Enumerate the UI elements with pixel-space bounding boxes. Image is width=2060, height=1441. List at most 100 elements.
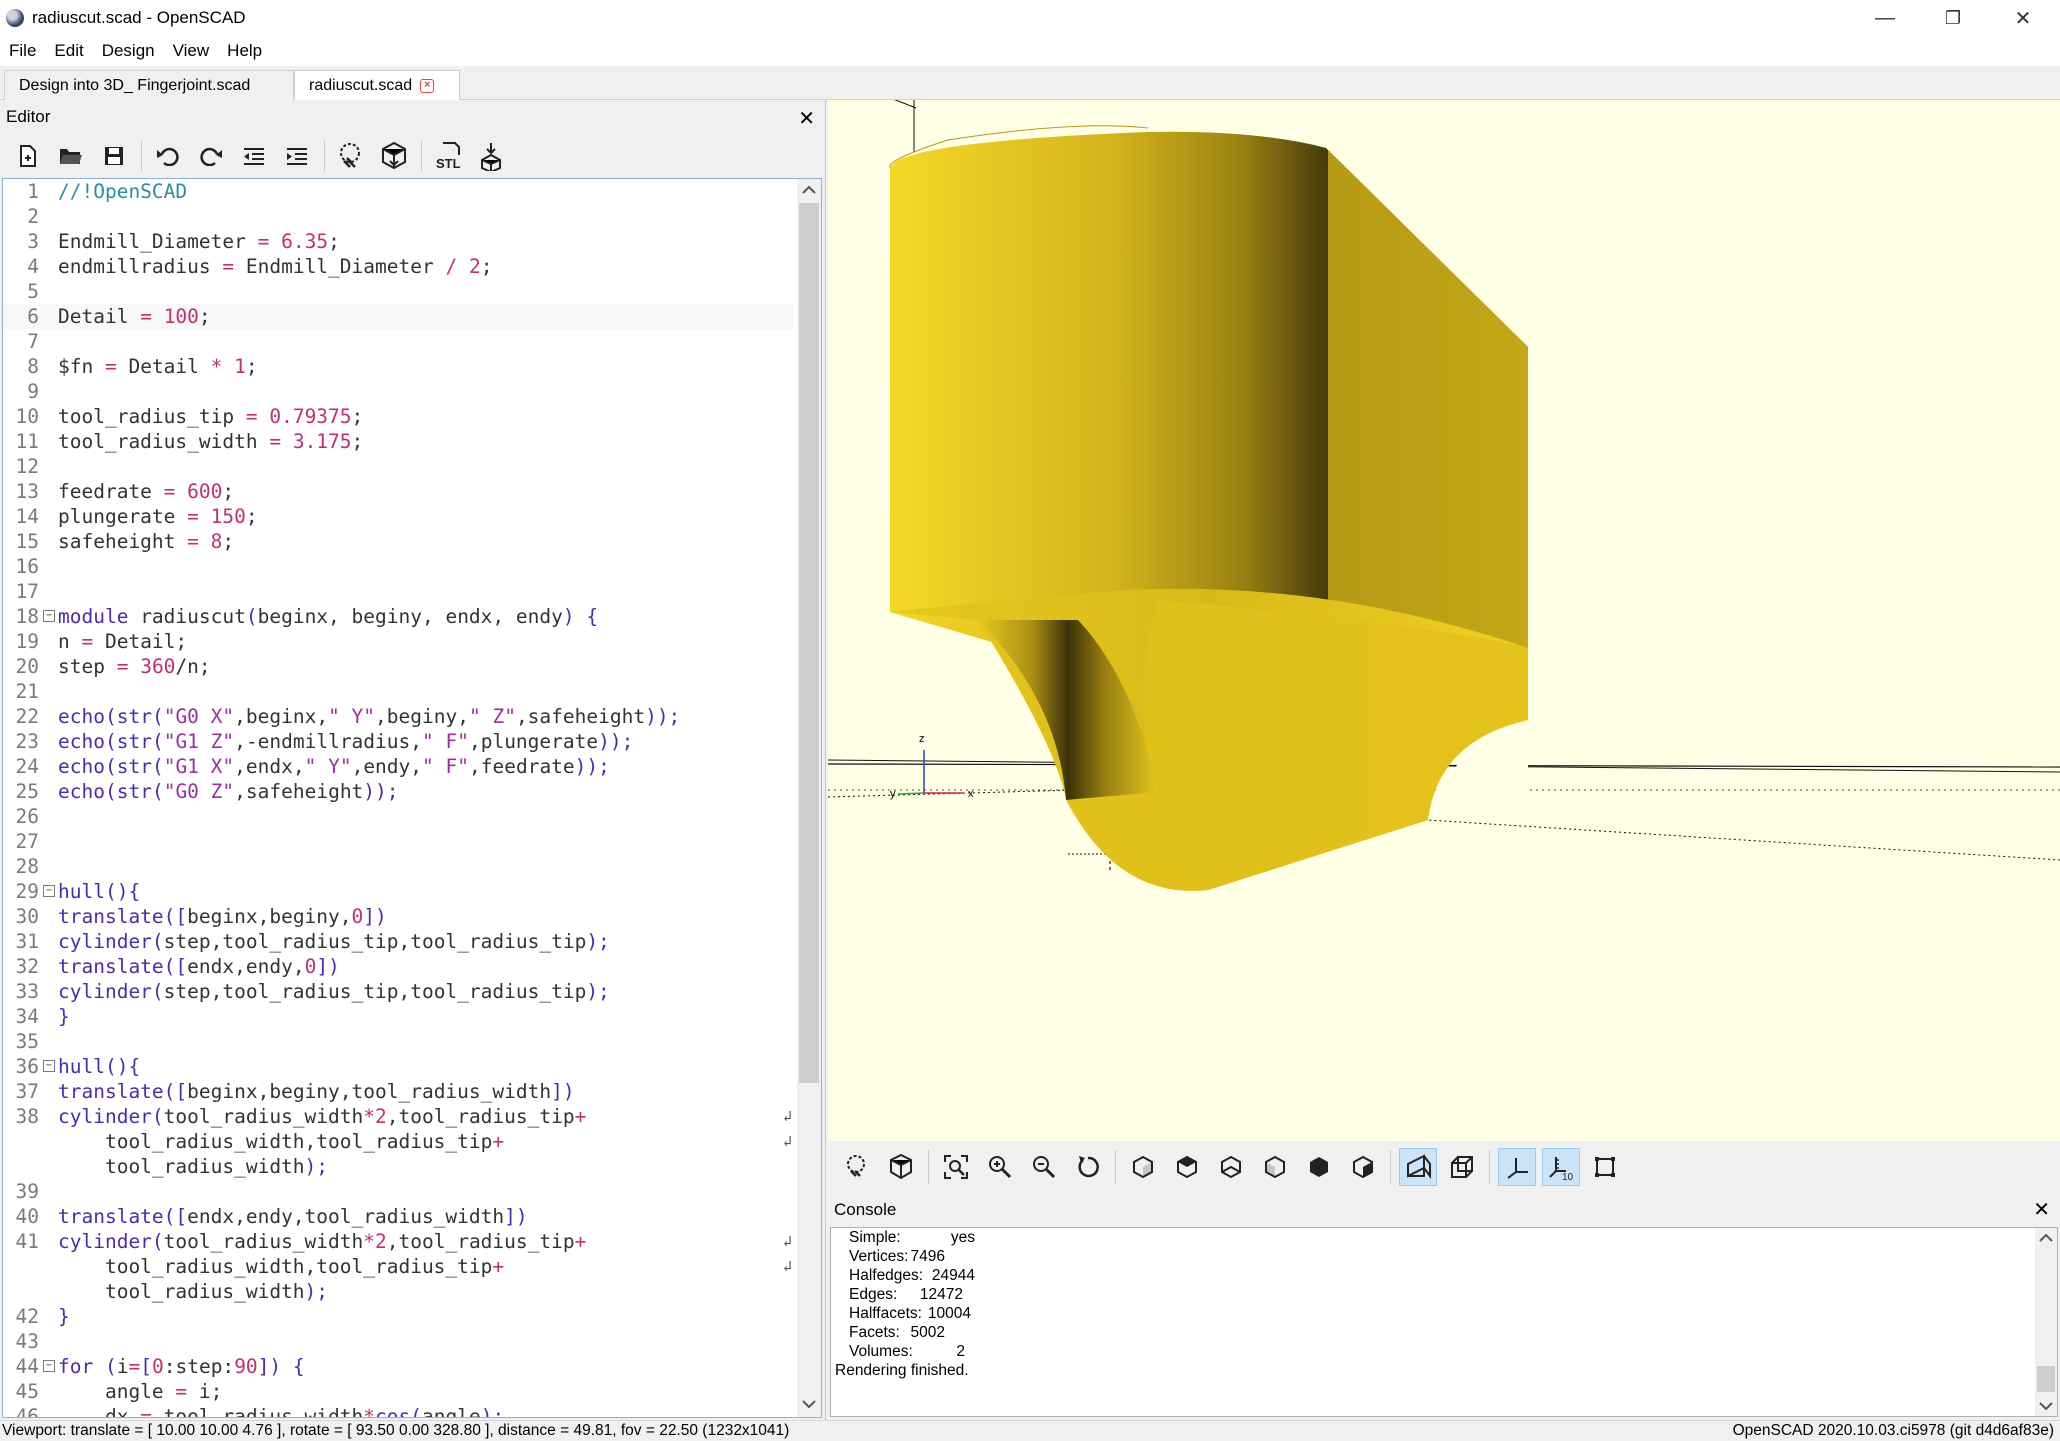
- scroll-up-icon[interactable]: [797, 179, 821, 201]
- code-line[interactable]: 40 translate([endx,endy,tool_radius_width…: [3, 1204, 793, 1229]
- zoom-out-icon[interactable]: [1025, 1148, 1063, 1186]
- code-line[interactable]: 12: [3, 454, 793, 479]
- code-line[interactable]: 43: [3, 1329, 793, 1354]
- console-output[interactable]: Simple: yes Vertices: 7496 Halfedges: 24944 Ed…: [830, 1227, 2058, 1417]
- code-line[interactable]: 42}: [3, 1304, 793, 1329]
- code-line[interactable]: 11 tool_radius_width = 3.175;: [3, 429, 793, 454]
- 3d-viewport[interactable]: z x y: [828, 100, 2060, 1141]
- code-line[interactable]: 36− hull(){: [3, 1054, 793, 1079]
- tab-radiuscut[interactable]: radiuscut.scad ×: [294, 70, 460, 100]
- code-line[interactable]: 24 echo(str("G1 X",endx," Y",endy," F",fe…: [3, 754, 793, 779]
- save-icon[interactable]: [96, 138, 132, 174]
- reset-view-icon[interactable]: [1069, 1148, 1107, 1186]
- code-line[interactable]: 39: [3, 1179, 793, 1204]
- view-back-icon[interactable]: [1344, 1148, 1382, 1186]
- show-axes-icon[interactable]: [1498, 1148, 1536, 1186]
- code-line[interactable]: 21: [3, 679, 793, 704]
- close-editor-icon[interactable]: ✕: [798, 106, 815, 131]
- redo-icon[interactable]: [193, 138, 229, 174]
- menu-edit[interactable]: Edit: [45, 41, 92, 61]
- code-line[interactable]: 19 n = Detail;: [3, 629, 793, 654]
- code-line[interactable]: 3 Endmill_Diameter = 6.35;: [3, 229, 793, 254]
- view-left-icon[interactable]: [1256, 1148, 1294, 1186]
- code-line[interactable]: 45 angle = i;: [3, 1379, 793, 1404]
- maximize-button[interactable]: ❐: [1918, 0, 1988, 36]
- view-front-icon[interactable]: [1300, 1148, 1338, 1186]
- new-file-icon[interactable]: [10, 138, 46, 174]
- undo-icon[interactable]: [150, 138, 186, 174]
- view-all-icon[interactable]: [937, 1148, 975, 1186]
- code-line[interactable]: 1 //!OpenSCAD: [3, 179, 793, 204]
- code-editor[interactable]: 1//!OpenSCAD 2 3 Endmill_Diameter = 6.35; 4 e…: [2, 178, 822, 1418]
- code-line[interactable]: 33 cylinder(step,tool_radius_tip,tool_rad…: [3, 979, 793, 1004]
- code-line[interactable]: 26: [3, 804, 793, 829]
- code-line[interactable]: 6 Detail = 100;: [3, 304, 793, 329]
- unindent-icon[interactable]: [236, 138, 272, 174]
- open-file-icon[interactable]: [53, 138, 89, 174]
- code-line[interactable]: 14 plungerate = 150;: [3, 504, 793, 529]
- code-line[interactable]: 2: [3, 204, 793, 229]
- code-line[interactable]: 20 step = 360/n;: [3, 654, 793, 679]
- show-edges-icon[interactable]: [1586, 1148, 1624, 1186]
- zoom-in-icon[interactable]: [981, 1148, 1019, 1186]
- code-line[interactable]: 4 endmillradius = Endmill_Diameter / 2;: [3, 254, 793, 279]
- minimize-button[interactable]: —: [1850, 0, 1920, 36]
- code-line[interactable]: 37 translate([beginx,beginy,tool_radius_w…: [3, 1079, 793, 1104]
- preview-icon[interactable]: [333, 138, 369, 174]
- view-top-icon[interactable]: [1168, 1148, 1206, 1186]
- code-line[interactable]: tool_radius_width);: [3, 1154, 793, 1179]
- code-line[interactable]: 17: [3, 579, 793, 604]
- menu-design[interactable]: Design: [93, 41, 164, 61]
- code-line[interactable]: 23 echo(str("G1 Z",-endmillradius," F",pl…: [3, 729, 793, 754]
- code-line[interactable]: 25 echo(str("G0 Z",safeheight));: [3, 779, 793, 804]
- code-line[interactable]: 28: [3, 854, 793, 879]
- send-to-print-icon[interactable]: [473, 138, 509, 174]
- menu-file[interactable]: File: [0, 41, 45, 61]
- console-scrollbar[interactable]: [2035, 1228, 2057, 1416]
- code-line[interactable]: 35: [3, 1029, 793, 1054]
- code-line[interactable]: tool_radius_width,tool_radius_tip+ ↲: [3, 1254, 793, 1279]
- render-icon[interactable]: [376, 138, 412, 174]
- show-scale-markers-icon[interactable]: 10: [1542, 1148, 1580, 1186]
- code-line[interactable]: 38 cylinder(tool_radius_width*2,tool_radi…: [3, 1104, 793, 1129]
- code-line[interactable]: 16: [3, 554, 793, 579]
- code-line[interactable]: 46 dx = tool_radius_width*cos(angle);: [3, 1404, 793, 1417]
- tab-fingerjoint[interactable]: Design into 3D_ Fingerjoint.scad: [4, 70, 294, 100]
- scroll-down-icon[interactable]: [797, 1393, 821, 1415]
- code-line[interactable]: 10 tool_radius_tip = 0.79375;: [3, 404, 793, 429]
- code-line[interactable]: 8 $fn = Detail * 1;: [3, 354, 793, 379]
- editor-scroll-thumb[interactable]: [799, 203, 819, 1083]
- code-line[interactable]: 18− module radiuscut(beginx, beginy, endx…: [3, 604, 793, 629]
- code-line[interactable]: 5: [3, 279, 793, 304]
- code-line[interactable]: 9: [3, 379, 793, 404]
- fold-marker-icon[interactable]: −: [43, 610, 55, 622]
- close-tab-icon[interactable]: ×: [420, 78, 435, 93]
- view-bottom-icon[interactable]: [1212, 1148, 1250, 1186]
- code-line[interactable]: 44− for (i=[0:step:90]) {: [3, 1354, 793, 1379]
- orthogonal-icon[interactable]: [1443, 1148, 1481, 1186]
- code-line[interactable]: tool_radius_width,tool_radius_tip+ ↲: [3, 1129, 793, 1154]
- view-right-icon[interactable]: [1124, 1148, 1162, 1186]
- code-line[interactable]: tool_radius_width);: [3, 1279, 793, 1304]
- render-icon[interactable]: [882, 1148, 920, 1186]
- fold-marker-icon[interactable]: −: [43, 885, 55, 897]
- code-line[interactable]: 34}: [3, 1004, 793, 1029]
- perspective-icon[interactable]: [1399, 1148, 1437, 1186]
- scroll-down-icon[interactable]: [2035, 1396, 2057, 1416]
- close-console-icon[interactable]: ✕: [2033, 1197, 2050, 1222]
- fold-marker-icon[interactable]: −: [43, 1360, 55, 1372]
- code-line[interactable]: 27: [3, 829, 793, 854]
- close-window-button[interactable]: ✕: [1988, 0, 2058, 36]
- fold-marker-icon[interactable]: −: [43, 1060, 55, 1072]
- code-line[interactable]: 30 translate([beginx,beginy,0]): [3, 904, 793, 929]
- console-scroll-thumb[interactable]: [2037, 1366, 2055, 1392]
- code-line[interactable]: 7: [3, 329, 793, 354]
- preview-icon[interactable]: [838, 1148, 876, 1186]
- scroll-up-icon[interactable]: [2035, 1228, 2057, 1248]
- menu-help[interactable]: Help: [218, 41, 271, 61]
- indent-icon[interactable]: [279, 138, 315, 174]
- code-line[interactable]: 31 cylinder(step,tool_radius_tip,tool_rad…: [3, 929, 793, 954]
- export-stl-icon[interactable]: STL: [430, 138, 466, 174]
- code-line[interactable]: 22 echo(str("G0 X",beginx," Y",beginy," Z…: [3, 704, 793, 729]
- code-line[interactable]: 15 safeheight = 8;: [3, 529, 793, 554]
